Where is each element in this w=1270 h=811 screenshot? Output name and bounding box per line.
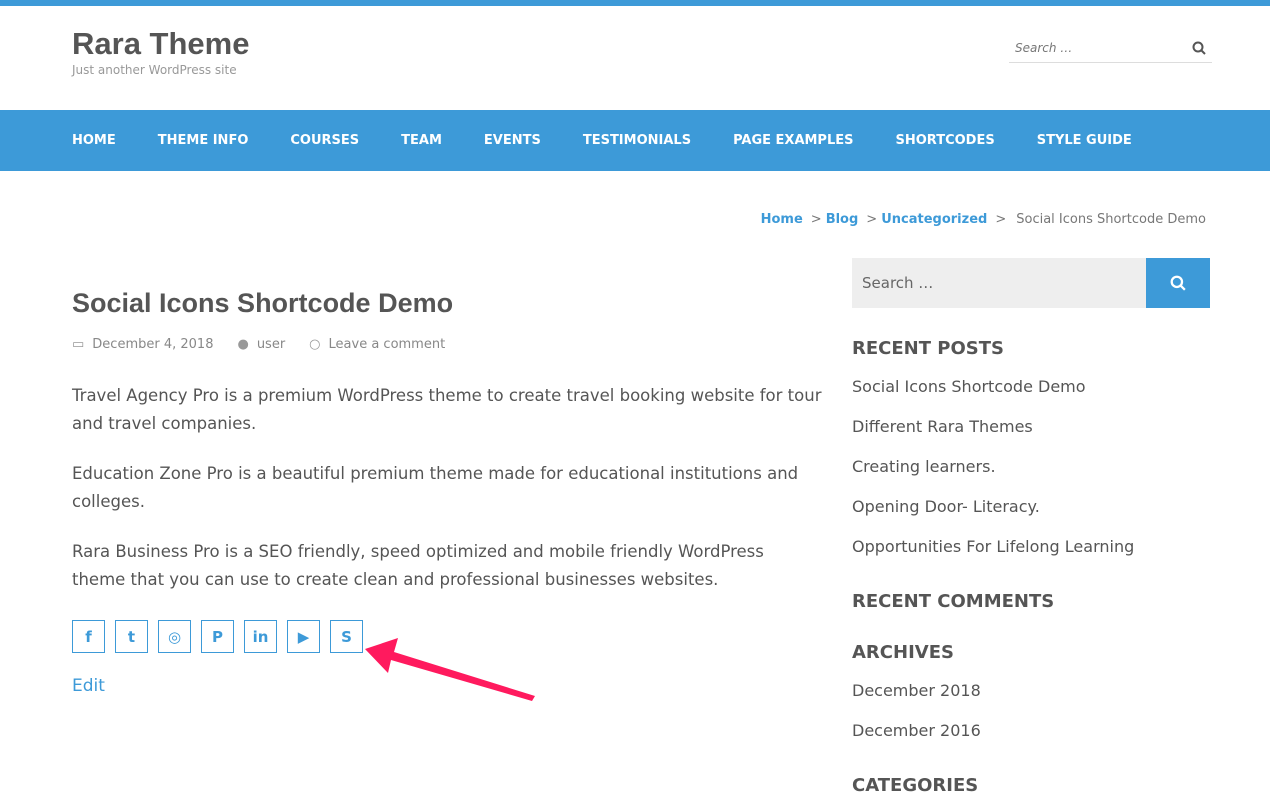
annotation-arrow xyxy=(365,638,535,701)
